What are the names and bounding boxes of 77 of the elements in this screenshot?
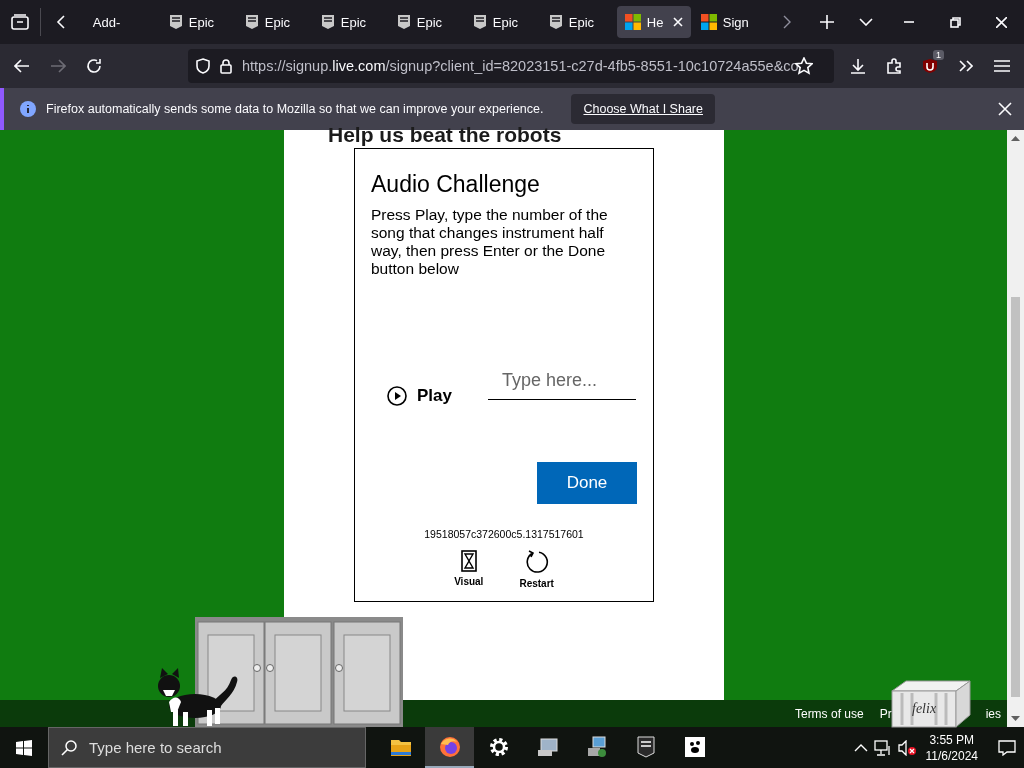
browser-tab[interactable]: Epic bbox=[236, 6, 311, 38]
firefox-icon bbox=[438, 735, 461, 758]
search-field[interactable]: Type here to search bbox=[48, 727, 366, 768]
close-icon[interactable] bbox=[672, 17, 683, 27]
microsoft-icon bbox=[700, 14, 717, 30]
hourglass-icon bbox=[460, 550, 477, 572]
lock-icon bbox=[220, 58, 232, 74]
done-button[interactable]: Done bbox=[537, 462, 637, 504]
network-icon[interactable] bbox=[873, 739, 892, 756]
challenge-instructions: Press Play, type the number of the song that changes instrument half way, then press Enter or the Done button below bbox=[371, 206, 609, 278]
browser-tab[interactable]: He bbox=[616, 6, 691, 38]
microsoft-icon bbox=[624, 14, 641, 30]
clock-time[interactable]: 3:55 PM bbox=[925, 731, 978, 748]
chevron-up-icon[interactable] bbox=[853, 743, 868, 752]
challenge-title: Audio Challenge bbox=[371, 171, 541, 198]
scroll-right-icon[interactable] bbox=[782, 15, 791, 29]
browser-tab[interactable]: Epic bbox=[312, 6, 387, 38]
browser-tab[interactable]: Epic bbox=[464, 6, 539, 38]
scroll-left-icon[interactable] bbox=[55, 15, 66, 29]
url-text: https://signup.live.com/signup?client_id=82023151-c27d-4fb5-8551-10c10724a55e&co bbox=[242, 58, 799, 74]
epic-icon bbox=[320, 14, 335, 30]
epic-icon bbox=[168, 14, 183, 30]
visual-button[interactable]: Visual bbox=[454, 550, 484, 589]
play-icon bbox=[387, 386, 407, 406]
restart-button[interactable]: Restart bbox=[519, 550, 554, 589]
browser-tab[interactable]: Epic bbox=[388, 6, 463, 38]
info-icon bbox=[20, 101, 36, 117]
overflow-icon[interactable] bbox=[959, 60, 973, 72]
choose-what-i-share-button[interactable]: Choose What I Share bbox=[571, 94, 715, 124]
tab-list-icon[interactable] bbox=[10, 14, 29, 30]
epic-icon bbox=[548, 14, 563, 30]
notification-badge: 1 bbox=[933, 50, 944, 60]
shield-extension-icon[interactable] bbox=[922, 58, 938, 74]
search-icon bbox=[61, 739, 77, 756]
gear-icon bbox=[487, 735, 510, 758]
box-label: felix bbox=[912, 701, 937, 716]
close-icon[interactable] bbox=[998, 102, 1012, 116]
browser-tab[interactable]: Sign bbox=[692, 6, 767, 38]
reload-icon[interactable] bbox=[86, 58, 102, 74]
browser-tab[interactable]: Epic bbox=[160, 6, 235, 38]
restart-icon bbox=[524, 550, 549, 574]
puzzle-icon[interactable] bbox=[886, 58, 902, 74]
computer-icon bbox=[536, 735, 559, 758]
new-tab-icon[interactable] bbox=[819, 15, 834, 29]
browser-tab[interactable]: Epic bbox=[540, 6, 615, 38]
taskbar-app[interactable] bbox=[425, 727, 474, 768]
epic-icon bbox=[244, 14, 259, 30]
address-bar[interactable]: https://signup.live.com/signup?client_id=82023151-c27d-4fb5-8551-10c10724a55e&co bbox=[188, 49, 834, 83]
chevron-down-icon[interactable] bbox=[859, 18, 874, 26]
page-heading: Help us beat the robots bbox=[328, 122, 563, 144]
footer-link[interactable]: Pr bbox=[879, 706, 892, 721]
session-id: 19518057c372600c5.1317517601 bbox=[423, 528, 585, 540]
epic-icon bbox=[396, 14, 411, 30]
play-button[interactable]: Play bbox=[387, 386, 452, 406]
notification-message: Firefox automatically sends some data to Mozilla so that we can improve your experience. bbox=[46, 102, 544, 116]
footer-link[interactable]: ies bbox=[985, 706, 1001, 721]
volume-muted-icon[interactable] bbox=[897, 739, 916, 756]
scroll-up-icon[interactable] bbox=[1011, 136, 1020, 141]
download-icon[interactable] bbox=[850, 58, 866, 74]
forward-icon[interactable] bbox=[50, 59, 66, 73]
back-icon[interactable] bbox=[14, 59, 30, 73]
paw-icon bbox=[683, 735, 706, 758]
clock-date[interactable]: 11/6/2024 bbox=[925, 747, 978, 764]
restore-icon[interactable] bbox=[949, 16, 961, 28]
epic-icon bbox=[634, 735, 657, 758]
shield-icon bbox=[196, 58, 210, 74]
network-computer-icon bbox=[585, 735, 608, 758]
windows-logo-icon[interactable] bbox=[16, 739, 32, 756]
footer-link[interactable]: Terms of use bbox=[794, 706, 864, 721]
scrollbar[interactable] bbox=[1007, 130, 1024, 727]
epic-icon bbox=[472, 14, 487, 30]
notification-icon[interactable] bbox=[998, 739, 1016, 756]
scroll-down-icon[interactable] bbox=[1011, 716, 1020, 721]
minimize-icon[interactable] bbox=[904, 21, 915, 23]
browser-tab[interactable]: Add- bbox=[84, 6, 159, 38]
close-icon[interactable] bbox=[995, 16, 1007, 28]
menu-icon[interactable] bbox=[994, 60, 1010, 72]
